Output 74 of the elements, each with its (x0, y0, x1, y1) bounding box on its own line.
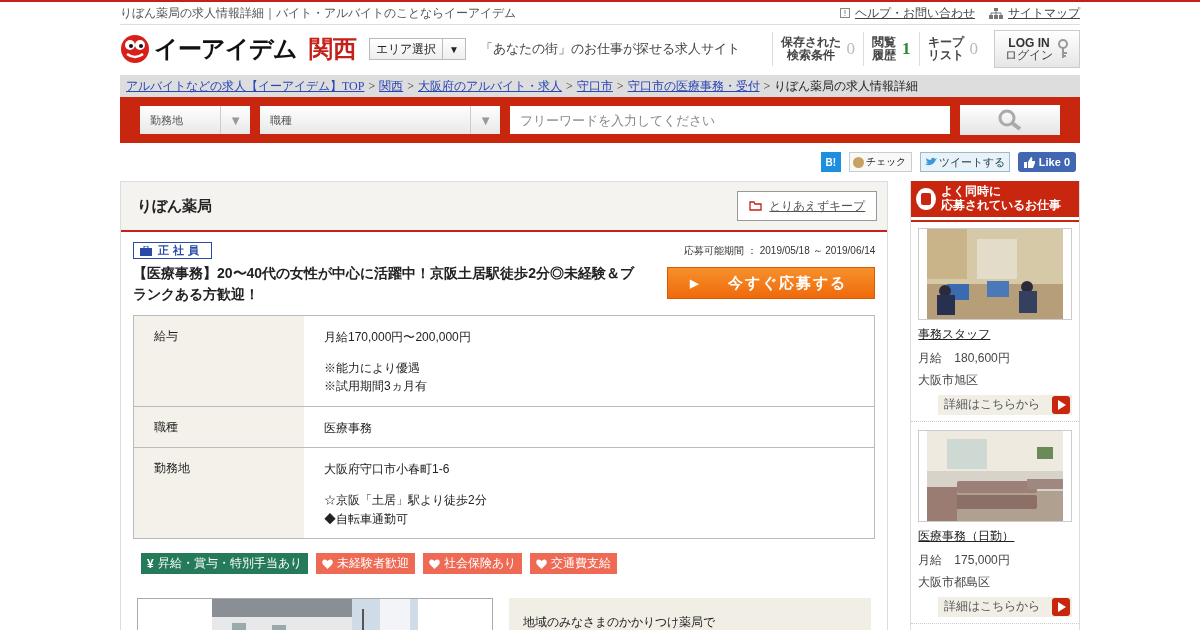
intro-text: 地域のみなさまのかかりつけ薬局で (509, 598, 872, 630)
breadcrumb-separator: > (616, 78, 624, 94)
area-select[interactable]: エリア選択 ▼ (369, 38, 466, 60)
breadcrumb-link[interactable]: アルバイトなどの求人【イーアイデム】TOP (126, 77, 365, 95)
login-button[interactable]: LOG IN ログイン (994, 30, 1080, 68)
mixi-icon (852, 156, 864, 168)
job-location: 大阪市都島区 (918, 573, 992, 591)
breadcrumb-separator: > (566, 78, 573, 94)
feature-tag: 交通費支給 (529, 553, 617, 575)
help-link[interactable]: ヘルプ・お問い合わせ (840, 4, 975, 22)
job-link[interactable]: 事務スタッフ (918, 325, 1072, 343)
breadcrumb-link[interactable]: 守口市の医療事務・受付 (627, 77, 760, 95)
page-title: りぼん薬局の求人情報詳細｜バイト・アルバイトのことならイーアイデム (120, 4, 516, 22)
application-period: 応募可能期間 ： 2019/05/18 ～ 2019/06/14 (684, 243, 876, 258)
job-title: 【医療事務】20〜40代の女性が中心に活躍中！京阪土居駅徒歩2分◎未経験＆ブランクある方歓迎！ (133, 264, 636, 304)
badge-icon (915, 186, 938, 211)
company-name: りぼん薬局 (137, 196, 212, 216)
salary-label: 月給 (918, 350, 943, 365)
feature-tag: 社会保険あり (422, 553, 522, 575)
salary-amount: 180,600円 (954, 350, 1010, 365)
heart-icon (428, 558, 440, 569)
details-link[interactable]: 詳細はこちらから (938, 596, 1072, 617)
breadcrumb-separator: > (368, 78, 376, 94)
heart-icon (321, 558, 333, 569)
job-location: 大阪市旭区 (918, 371, 980, 389)
breadcrumb-link[interactable]: 大阪府のアルバイト・求人 (418, 77, 562, 95)
counter-value: 0 (969, 39, 978, 59)
keep-button[interactable]: とりあえずキープ (737, 191, 878, 221)
detail-label: 勤務地 (133, 447, 304, 539)
heart-icon (535, 558, 547, 569)
counter-value: 1 (902, 39, 911, 59)
sitemap-icon (989, 7, 1003, 19)
salary-amount: 175,000円 (954, 552, 1010, 567)
breadcrumb-separator: > (407, 78, 414, 94)
breadcrumb-current: りぼん薬局の求人情報詳細 (774, 77, 919, 95)
detail-value: 医療事務 (304, 406, 875, 448)
search-field[interactable]: フリーワードを入力してください (510, 106, 950, 134)
yen-icon: ¥ (147, 556, 154, 571)
logo-text: イーアイデム (154, 34, 297, 64)
briefcase-icon (140, 245, 152, 256)
breadcrumb-separator: > (763, 78, 771, 94)
play-icon (1052, 597, 1070, 616)
counter-value: 0 (846, 39, 855, 59)
logo-icon (120, 34, 150, 64)
thumbs-up-icon (1023, 156, 1035, 168)
detail-value: 月給170,000円〜200,000円 ※能力により優遇 ※試用期間3ヵ月有 (304, 315, 875, 407)
salary-label: 月給 (918, 552, 943, 567)
tweet-button[interactable]: ツイートする (919, 152, 1010, 172)
folder-icon (749, 201, 764, 211)
search-select[interactable]: 勤務地 ▼ (140, 106, 250, 134)
region-label: 関西 (309, 34, 357, 64)
bookmark-button[interactable]: B! (820, 152, 841, 172)
breadcrumb-link[interactable]: 関西 (379, 77, 404, 95)
play-icon (1052, 395, 1070, 414)
breadcrumb-link[interactable]: 守口市 (576, 77, 613, 95)
info-icon (840, 8, 850, 18)
details-link[interactable]: 詳細はこちらから (938, 394, 1072, 415)
check-button[interactable]: チェック (848, 152, 912, 172)
sitemap-link[interactable]: サイトマップ (989, 4, 1080, 22)
detail-label: 給与 (133, 315, 304, 407)
sidebar-title: よく同時に 応募されているお仕事 (941, 185, 1062, 213)
detail-label: 職種 (133, 406, 304, 448)
tagline: 「あなたの街」のお仕事が探せる求人サイト (479, 40, 741, 58)
key-icon (1057, 39, 1069, 59)
detail-value: 大阪府守口市小春町1-6 ☆京阪「土居」駅より徒歩2分 ◆自転車通勤可 (304, 447, 875, 539)
search-select[interactable]: 職種 ▼ (260, 106, 500, 134)
employment-type-badge: 正社員 (133, 242, 212, 259)
bird-icon (924, 157, 937, 167)
feature-tag: 未経験者歓迎 (315, 553, 415, 575)
feature-tag: ¥ 昇給・賞与・特別手当あり (141, 553, 308, 575)
like-button[interactable]: Like 0 (1017, 152, 1076, 172)
job-link[interactable]: 医療事務（日勤） (918, 527, 1072, 545)
search-button[interactable] (960, 105, 1060, 135)
search-icon (997, 109, 1023, 131)
